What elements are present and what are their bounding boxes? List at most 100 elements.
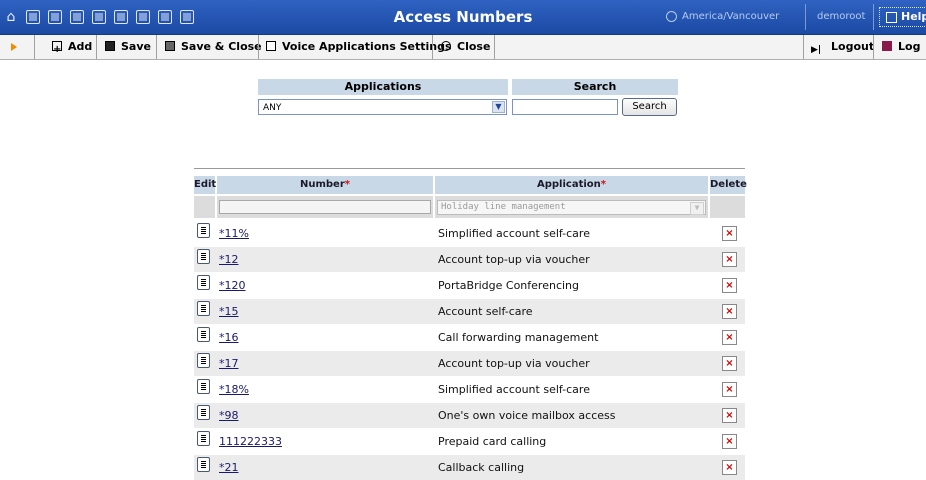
applications-select-value: ANY [263, 103, 282, 113]
save-close-icon [165, 41, 175, 51]
number-link[interactable]: *15 [219, 299, 239, 324]
table-row: *18% Simplified account self-care × [194, 377, 745, 402]
document-icon [266, 41, 276, 51]
add-button[interactable]: Add [52, 35, 93, 62]
delete-icon[interactable]: × [722, 226, 737, 241]
voice-apps-settings-label: Voice Applications Settings [282, 40, 452, 53]
timezone-link[interactable]: America/Vancouver [666, 0, 779, 34]
application-name: One's own voice mailbox access [438, 409, 616, 422]
number-filter-input[interactable] [219, 200, 431, 214]
header-divider [805, 4, 806, 30]
applications-select[interactable]: ANY ▼ [258, 99, 507, 115]
save-close-button[interactable]: Save & Close [165, 35, 262, 59]
log-icon [882, 41, 892, 51]
help-label: Help [901, 10, 926, 23]
edit-icon[interactable] [197, 431, 210, 446]
number-link[interactable]: 111222333 [219, 429, 282, 454]
application-filter-value: Holiday line management [441, 202, 566, 212]
edit-icon[interactable] [197, 327, 210, 342]
application-name: Account top-up via voucher [438, 253, 590, 266]
toolbar-divider [96, 35, 97, 59]
column-header-application[interactable]: Application* [435, 176, 708, 194]
close-button[interactable]: Close [441, 35, 490, 59]
home-icon[interactable]: ⌂ [0, 0, 22, 34]
search-input[interactable] [512, 99, 618, 115]
number-link[interactable]: *120 [219, 273, 246, 298]
chevron-down-icon: ▼ [492, 101, 505, 113]
header-divider [873, 4, 874, 30]
toolbar-divider [494, 35, 495, 59]
log-button-label: Log [898, 40, 921, 53]
table-row: *120 PortaBridge Conferencing × [194, 273, 745, 298]
required-mark: * [344, 179, 350, 190]
table-row: *16 Call forwarding management × [194, 325, 745, 350]
delete-icon[interactable]: × [722, 330, 737, 345]
column-header-number[interactable]: Number* [217, 176, 433, 194]
toolbar-divider [803, 35, 804, 59]
delete-icon[interactable]: × [722, 408, 737, 423]
number-link[interactable]: *11% [219, 221, 249, 246]
delete-icon[interactable]: × [722, 356, 737, 371]
voice-apps-settings-button[interactable]: Voice Applications Settings [266, 35, 452, 59]
forward-icon[interactable] [132, 0, 154, 34]
applications-filter-header: Applications [258, 79, 508, 95]
logout-button[interactable]: Logout [811, 35, 874, 62]
hierarchy-icon[interactable] [110, 0, 132, 34]
edit-icon[interactable] [197, 353, 210, 368]
edit-icon[interactable] [197, 379, 210, 394]
delete-icon[interactable]: × [722, 252, 737, 267]
grid-icon[interactable] [66, 0, 88, 34]
clock-icon [666, 10, 677, 22]
delete-icon[interactable]: × [722, 434, 737, 449]
application-name: Callback calling [438, 461, 525, 474]
edit-icon[interactable] [197, 457, 210, 472]
table-row: *17 Account top-up via voucher × [194, 351, 745, 376]
table-row: *12 Account top-up via voucher × [194, 247, 745, 272]
logout-icon [811, 38, 825, 62]
number-link[interactable]: *17 [219, 351, 239, 376]
edit-icon[interactable] [197, 405, 210, 420]
edit-icon[interactable] [197, 249, 210, 264]
table-row: *98 One's own voice mailbox access × [194, 403, 745, 428]
delete-icon[interactable]: × [722, 382, 737, 397]
number-link[interactable]: *16 [219, 325, 239, 350]
log-button[interactable]: Log [882, 35, 920, 59]
play-arrow-icon [11, 43, 17, 51]
delete-icon[interactable]: × [722, 304, 737, 319]
application-name: Account self-care [438, 305, 533, 318]
application-name: Prepaid card calling [438, 435, 547, 448]
save-button[interactable]: Save [105, 35, 151, 59]
person-icon[interactable] [88, 0, 110, 34]
application-name: Simplified account self-care [438, 227, 590, 240]
user-name[interactable]: demoroot [817, 0, 865, 34]
list-icon[interactable] [22, 0, 44, 34]
table-row: *15 Account self-care × [194, 299, 745, 324]
edit-icon[interactable] [197, 223, 210, 238]
toolbar-divider [432, 35, 433, 59]
chart-icon[interactable] [154, 0, 176, 34]
column-header-delete: Delete [710, 176, 747, 194]
number-link[interactable]: *18% [219, 377, 249, 402]
add-button-label: Add [68, 40, 93, 53]
toolbar-divider [156, 35, 157, 59]
number-header-label: Number [299, 179, 345, 190]
edit-icon[interactable] [197, 275, 210, 290]
delete-icon[interactable]: × [722, 460, 737, 475]
dollar-icon[interactable] [44, 0, 66, 34]
application-filter-select[interactable]: Holiday line management ▼ [437, 200, 706, 215]
search-button[interactable]: Search [622, 98, 677, 116]
number-link[interactable]: *98 [219, 403, 239, 428]
number-link[interactable]: *12 [219, 247, 239, 272]
application-name: Account top-up via voucher [438, 357, 590, 370]
search-icon[interactable] [176, 0, 198, 34]
help-button[interactable]: Help [879, 7, 926, 27]
toolbar-divider [34, 35, 35, 59]
save-icon [105, 41, 115, 51]
number-link[interactable]: *21 [219, 455, 239, 480]
table-row: 111222333 Prepaid card calling × [194, 429, 745, 454]
save-button-label: Save [121, 40, 151, 53]
table-row: *11% Simplified account self-care × [194, 221, 745, 246]
edit-icon[interactable] [197, 301, 210, 316]
delete-icon[interactable]: × [722, 278, 737, 293]
filter-row-cell [194, 196, 215, 218]
